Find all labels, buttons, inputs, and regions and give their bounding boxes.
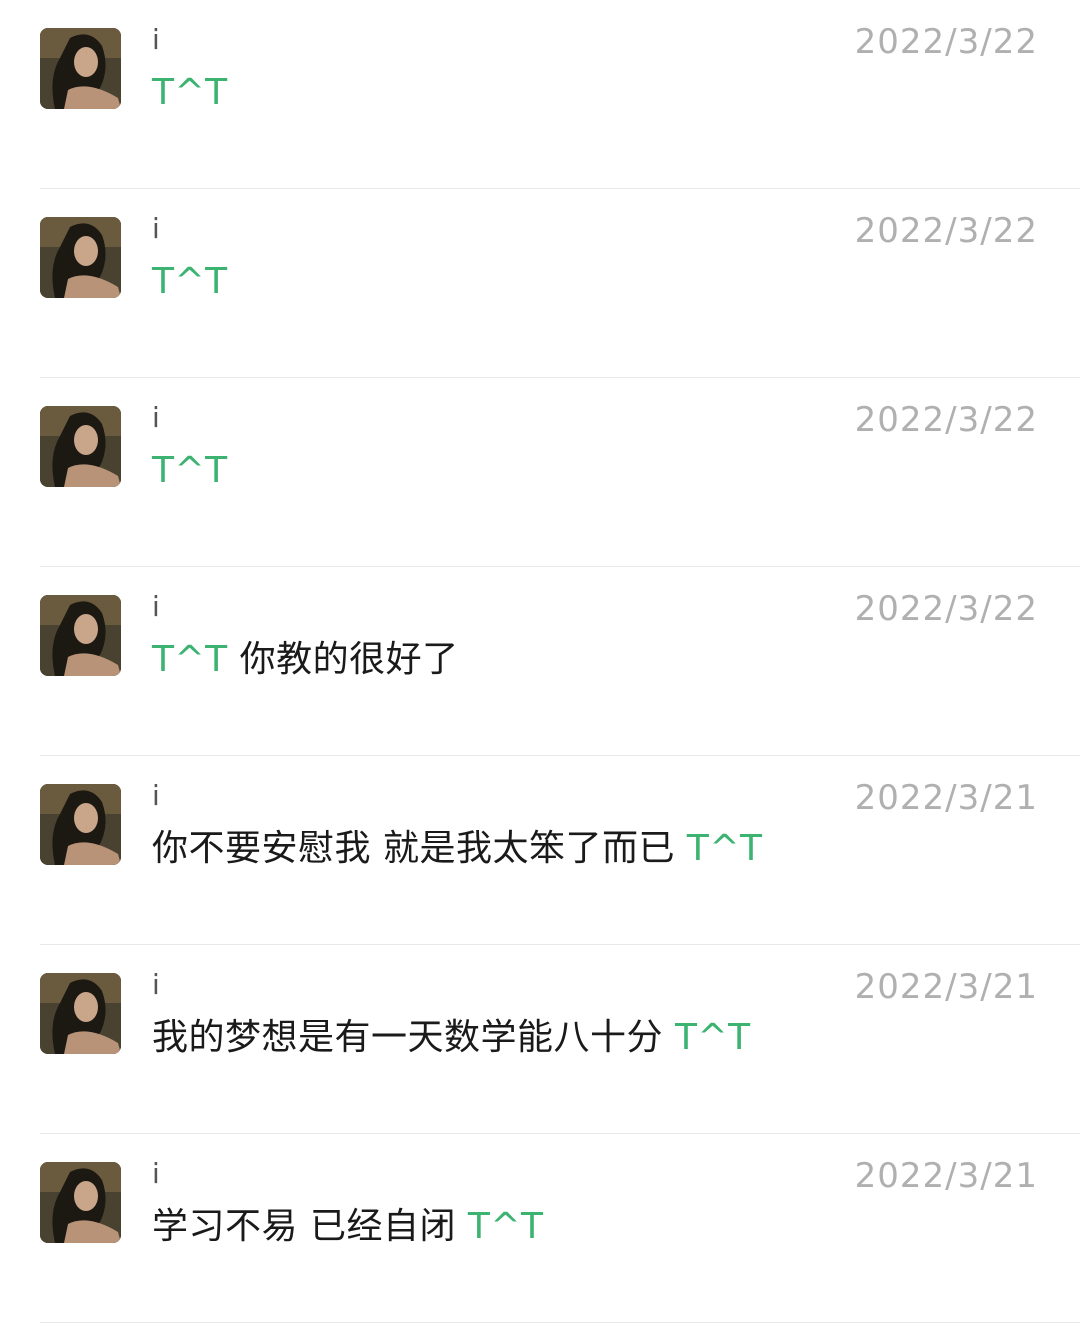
message-body: 学习不易 已经自闭 (152, 1206, 468, 1247)
message-date: 2022/3/21 (854, 967, 1038, 1007)
avatar[interactable] (40, 595, 121, 676)
list-item[interactable]: i T^T 2022/3/22 (0, 189, 1080, 378)
avatar-photo (40, 784, 121, 865)
sender-name: i (152, 212, 160, 245)
avatar[interactable] (40, 1162, 121, 1243)
message-body: 你教的很好了 (227, 639, 459, 680)
message-text: 学习不易 已经自闭 T^T (152, 1204, 544, 1250)
message-date: 2022/3/21 (854, 1156, 1038, 1196)
message-date: 2022/3/22 (854, 211, 1038, 251)
emoticon-highlight: T^T (467, 1206, 544, 1247)
avatar[interactable] (40, 784, 121, 865)
message-date: 2022/3/22 (854, 589, 1038, 629)
list-item[interactable]: i 你不要安慰我 就是我太笨了而已 T^T 2022/3/21 (0, 756, 1080, 945)
avatar-photo (40, 406, 121, 487)
message-body: 我的梦想是有一天数学能八十分 (152, 1017, 675, 1058)
avatar-photo (40, 28, 121, 109)
avatar-photo (40, 595, 121, 676)
sender-name: i (152, 1157, 160, 1190)
list-item[interactable]: i T^T 你教的很好了 2022/3/22 (0, 567, 1080, 756)
list-item[interactable]: i 学习不易 已经自闭 T^T 2022/3/21 (0, 1134, 1080, 1323)
message-date: 2022/3/21 (854, 778, 1038, 818)
message-body: 你不要安慰我 就是我太笨了而已 (152, 828, 687, 869)
avatar[interactable] (40, 217, 121, 298)
sender-name: i (152, 590, 160, 623)
emoticon-highlight: T^T (152, 639, 228, 680)
emoticon-highlight: T^T (152, 72, 228, 113)
avatar-photo (40, 973, 121, 1054)
message-text: 我的梦想是有一天数学能八十分 T^T (152, 1015, 751, 1061)
emoticon-highlight: T^T (686, 828, 763, 869)
sender-name: i (152, 779, 160, 812)
message-text: T^T (152, 259, 228, 305)
emoticon-highlight: T^T (152, 450, 228, 491)
message-list: i T^T 2022/3/22 i T^T 2022/3/22 i T^T 20… (0, 0, 1080, 1323)
avatar[interactable] (40, 28, 121, 109)
message-date: 2022/3/22 (854, 400, 1038, 440)
emoticon-highlight: T^T (152, 261, 228, 302)
sender-name: i (152, 968, 160, 1001)
sender-name: i (152, 401, 160, 434)
list-item[interactable]: i T^T 2022/3/22 (0, 0, 1080, 189)
list-item[interactable]: i 我的梦想是有一天数学能八十分 T^T 2022/3/21 (0, 945, 1080, 1134)
avatar[interactable] (40, 973, 121, 1054)
message-text: T^T 你教的很好了 (152, 637, 459, 683)
message-text: 你不要安慰我 就是我太笨了而已 T^T (152, 826, 763, 872)
avatar[interactable] (40, 406, 121, 487)
message-text: T^T (152, 70, 228, 116)
message-text: T^T (152, 448, 228, 494)
list-item[interactable]: i T^T 2022/3/22 (0, 378, 1080, 567)
avatar-photo (40, 217, 121, 298)
message-date: 2022/3/22 (854, 22, 1038, 62)
sender-name: i (152, 23, 160, 56)
emoticon-highlight: T^T (674, 1017, 751, 1058)
avatar-photo (40, 1162, 121, 1243)
